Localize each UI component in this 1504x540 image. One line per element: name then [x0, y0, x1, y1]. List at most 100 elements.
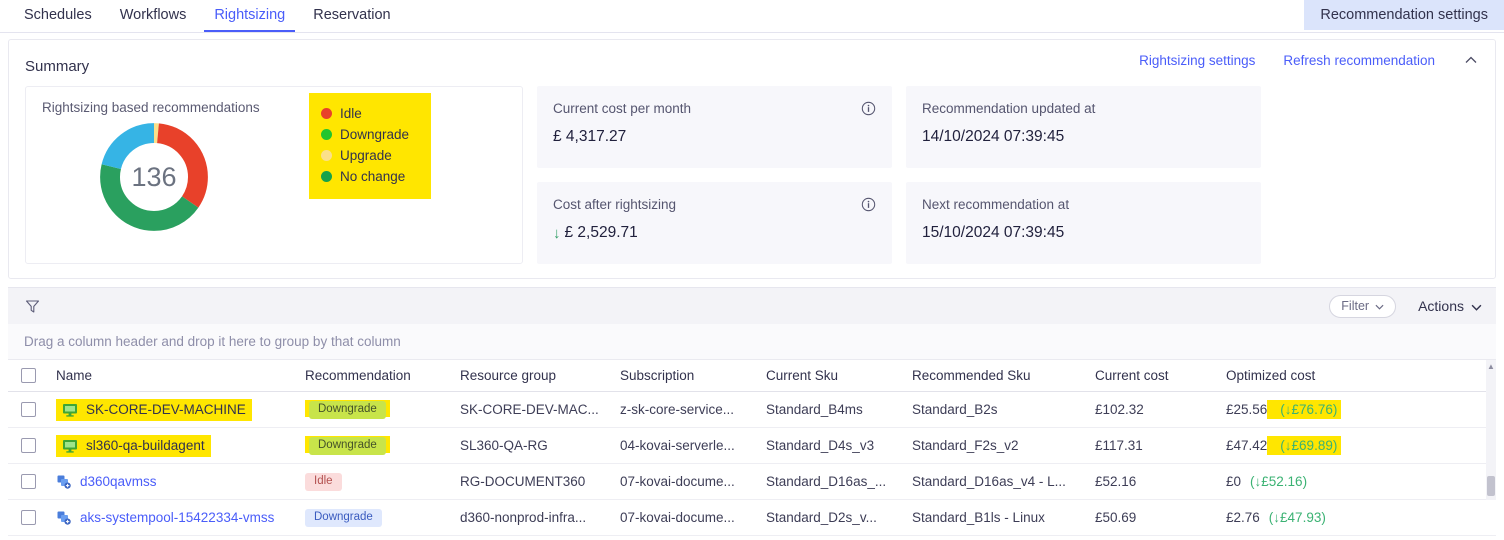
column-header-current-sku[interactable]: Current Sku [766, 368, 912, 383]
tab-schedules[interactable]: Schedules [14, 0, 102, 32]
vmss-icon [56, 510, 72, 526]
grid-toolbar: Filter Actions [8, 288, 1496, 324]
column-header-recommendation[interactable]: Recommendation [305, 368, 460, 383]
summary-panel: Summary Rightsizing settings Refresh rec… [8, 39, 1496, 279]
tab-rightsizing[interactable]: Rightsizing [204, 0, 296, 32]
cell-current-cost: £50.69 [1095, 510, 1137, 525]
next-recommendation-value-wrap: 15/10/2024 07:39:45 [922, 224, 1245, 242]
status-badge: Downgrade [305, 508, 382, 528]
column-header-resource-group[interactable]: Resource group [460, 368, 620, 383]
group-by-dropzone[interactable]: Drag a column header and drop it here to… [8, 324, 1496, 360]
column-header-optimized-cost[interactable]: Optimized cost [1226, 368, 1476, 383]
column-header-name[interactable]: Name [56, 368, 305, 383]
recommendation-settings-button[interactable]: Recommendation settings [1304, 0, 1504, 30]
vmss-icon [56, 474, 72, 490]
chevron-down-icon [1375, 299, 1384, 313]
cell-current-sku: Standard_D16as_... [766, 474, 887, 489]
row-select-cell [8, 438, 56, 453]
legend-dot-downgrade [321, 129, 332, 140]
cost-after-rightsizing-value-wrap: ↓ £ 2,529.71 [553, 224, 876, 242]
row-checkbox[interactable] [20, 474, 36, 489]
table-row[interactable]: aks-systempool-15422334-vmss Downgrade d… [8, 500, 1496, 536]
legend-dot-idle [321, 108, 332, 119]
savings-highlight: (↓£76.76) [1267, 400, 1342, 419]
table-row[interactable]: SK-CORE-DEV-MACHINE Downgrade SK-CORE-DE… [8, 392, 1496, 428]
row-checkbox[interactable] [20, 438, 36, 453]
next-recommendation-card: Next recommendation at 15/10/2024 07:39:… [906, 182, 1261, 264]
status-badge: Downgrade [309, 436, 386, 456]
summary-actions: Rightsizing settings Refresh recommendat… [1139, 52, 1479, 68]
legend-item-upgrade: Upgrade [321, 145, 409, 166]
savings-value: (↓£47.93) [1268, 510, 1326, 525]
savings-value: (↓£69.89) [1280, 438, 1338, 453]
cell-name[interactable]: d360qavmss [56, 474, 305, 490]
row-checkbox[interactable] [20, 402, 36, 417]
scrollbar-thumb[interactable] [1487, 476, 1495, 496]
chevron-down-icon [1471, 298, 1482, 314]
tab-reservation[interactable]: Reservation [303, 0, 400, 32]
row-name[interactable]: aks-systempool-15422334-vmss [80, 510, 274, 525]
select-all-cell [8, 368, 56, 383]
cell-current-sku: Standard_D4s_v3 [766, 438, 875, 453]
table-scrollbar[interactable]: ▲ [1486, 360, 1496, 500]
table-header-row: Name Recommendation Resource group Subsc… [8, 360, 1496, 392]
legend-item-no-change: No change [321, 166, 409, 187]
table-row[interactable]: sl360-qa-buildagent Downgrade SL360-QA-R… [8, 428, 1496, 464]
optimized-cost-value: £2.76 [1226, 510, 1260, 525]
cell-name[interactable]: aks-systempool-15422334-vmss [56, 510, 305, 526]
row-name[interactable]: d360qavmss [80, 474, 157, 489]
cell-name[interactable]: SK-CORE-DEV-MACHINE [56, 398, 305, 421]
column-header-current-cost[interactable]: Current cost [1095, 368, 1226, 383]
status-badge: Downgrade [309, 400, 386, 420]
funnel-icon[interactable] [24, 298, 41, 315]
legend-item-idle: Idle [321, 103, 409, 124]
cell-subscription: 07-kovai-docume... [620, 510, 735, 525]
cell-current-sku: Standard_B4ms [766, 402, 863, 417]
filter-label: Filter [1341, 298, 1370, 313]
actions-dropdown[interactable]: Actions [1418, 298, 1482, 314]
filter-dropdown[interactable]: Filter [1329, 294, 1397, 318]
table-row[interactable]: d360qavmss Idle RG-DOCUMENT360 07-kovai-… [8, 464, 1496, 500]
scroll-up-arrow-icon[interactable]: ▲ [1487, 363, 1495, 371]
recommendation-updated-label: Recommendation updated at [922, 101, 1096, 116]
tab-workflows[interactable]: Workflows [110, 0, 197, 32]
cell-resource-group: d360-nonprod-infra... [460, 510, 587, 525]
optimized-cost-value: £47.42 [1226, 438, 1268, 453]
optimized-cost-value: £0 [1226, 474, 1242, 489]
stat-column-dates: Recommendation updated at 14/10/2024 07:… [906, 86, 1261, 264]
column-header-subscription[interactable]: Subscription [620, 368, 766, 383]
summary-title: Summary [25, 57, 90, 75]
legend-label-downgrade: Downgrade [340, 127, 410, 142]
cell-optimized-cost: £25.56 (↓£76.76) [1226, 400, 1476, 419]
legend-label-upgrade: Upgrade [340, 148, 392, 163]
cell-current-cost: £117.31 [1095, 438, 1143, 453]
rightsizing-settings-link[interactable]: Rightsizing settings [1139, 53, 1255, 68]
info-icon[interactable] [861, 101, 876, 116]
legend-label-no-change: No change [340, 169, 406, 184]
savings-highlight: (↓£69.89) [1267, 436, 1342, 455]
cell-recommendation: Downgrade [305, 508, 460, 528]
row-select-cell [8, 510, 56, 525]
rightsizing-chart-card: Rightsizing based recommendations 136 Id… [25, 86, 523, 264]
column-header-recommended-sku[interactable]: Recommended Sku [912, 368, 1095, 383]
cell-subscription: z-sk-core-service... [620, 402, 735, 417]
legend-dot-upgrade [321, 150, 332, 161]
refresh-recommendation-link[interactable]: Refresh recommendation [1283, 53, 1435, 68]
next-recommendation-value: 15/10/2024 07:39:45 [922, 224, 1065, 241]
recommendation-updated-value-wrap: 14/10/2024 07:39:45 [922, 128, 1245, 146]
next-recommendation-label: Next recommendation at [922, 197, 1070, 212]
chart-legend: Idle Downgrade Upgrade No change [309, 93, 432, 199]
chevron-up-icon[interactable] [1463, 52, 1479, 68]
cost-after-rightsizing-card: Cost after rightsizing ↓ £ 2,529.71 [537, 182, 892, 264]
cell-recommended-sku: Standard_B1ls - Linux [912, 510, 1045, 525]
down-arrow-icon: ↓ [553, 224, 561, 242]
current-cost-card: Current cost per month £ 4,317.27 [537, 86, 892, 168]
recommendation-updated-card: Recommendation updated at 14/10/2024 07:… [906, 86, 1261, 168]
info-icon[interactable] [861, 197, 876, 212]
cell-name[interactable]: sl360-qa-buildagent [56, 434, 305, 457]
name-highlight: sl360-qa-buildagent [56, 434, 211, 457]
select-all-checkbox[interactable] [20, 368, 36, 383]
row-checkbox[interactable] [20, 510, 36, 525]
cell-optimized-cost: £47.42 (↓£69.89) [1226, 436, 1476, 455]
cell-resource-group: SL360-QA-RG [460, 438, 548, 453]
